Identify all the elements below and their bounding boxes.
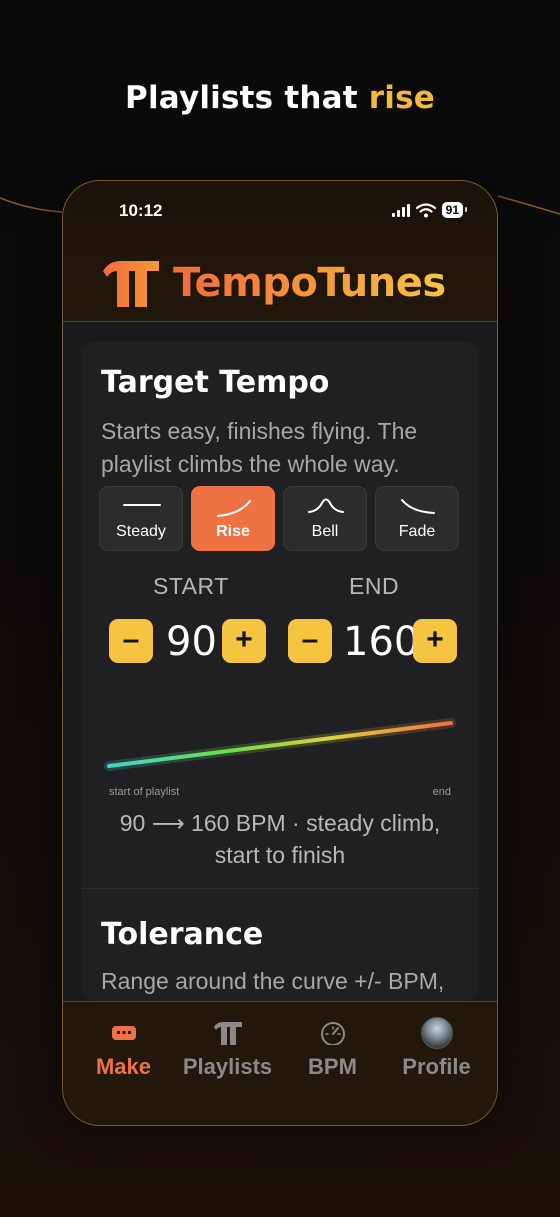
bell-curve-icon: [308, 498, 344, 513]
app-name: TempoTunes: [173, 260, 446, 306]
mode-bell-button[interactable]: Bell: [283, 486, 367, 551]
headline-prefix: Playlists that: [125, 80, 358, 116]
mode-label: Rise: [216, 523, 250, 540]
start-increment-button[interactable]: +: [222, 619, 266, 663]
start-value: 90: [166, 619, 217, 665]
speedometer-icon: [320, 1022, 345, 1045]
status-bar: 10:12 91: [63, 199, 497, 223]
rising-curve-icon: [217, 500, 251, 517]
tempo-summary: 90 ⟶ 160 BPM · steady climb, start to fi…: [119, 810, 441, 868]
status-icons: 91: [391, 202, 468, 218]
avatar: [420, 1017, 453, 1049]
headline-accent: rise: [368, 80, 435, 116]
section-divider: [81, 888, 479, 889]
curve-mode-selector: Steady Rise Bell Fade: [99, 486, 459, 551]
signal-icon: [391, 203, 410, 217]
end-label: END: [349, 573, 400, 599]
phone-frame: 10:12 91 TempoTunes Target Tempo Starts …: [62, 180, 498, 1126]
tab-label: BPM: [308, 1054, 357, 1079]
tab-playlists[interactable]: Playlists: [175, 1020, 280, 1080]
headline: Playlists that rise: [0, 80, 560, 116]
tempo-curve-graph: [104, 718, 456, 771]
axis-end-label: end: [432, 786, 451, 798]
tab-make[interactable]: Make: [71, 1020, 176, 1080]
start-decrement-button[interactable]: –: [109, 619, 153, 663]
start-label: START: [153, 573, 229, 599]
mode-fade-button[interactable]: Fade: [375, 486, 459, 551]
target-tempo-title: Target Tempo: [101, 365, 330, 400]
tab-label: Playlists: [182, 1054, 273, 1079]
end-value: 160: [343, 619, 420, 665]
flat-line-icon: [123, 504, 161, 506]
tab-profile[interactable]: Profile: [384, 1017, 489, 1080]
mode-rise-button[interactable]: Rise: [191, 486, 275, 551]
battery-icon: 91: [441, 202, 468, 218]
status-time: 10:12: [119, 201, 163, 220]
axis-start-label: start of playlist: [109, 786, 180, 798]
app-header: 10:12 91 TempoTunes: [63, 181, 497, 322]
tolerance-title: Tolerance: [101, 917, 264, 952]
target-tempo-description: Starts easy, finishes flying. The playli…: [101, 418, 418, 477]
tempotunes-logo-icon: [103, 261, 159, 307]
wifi-icon: [415, 202, 436, 217]
end-increment-button[interactable]: +: [413, 619, 457, 663]
mode-label: Steady: [116, 523, 166, 540]
tab-label: Profile: [402, 1054, 471, 1079]
app-logo: TempoTunes: [101, 253, 446, 313]
tab-label: Make: [95, 1054, 152, 1079]
tempo-curve-line: [107, 721, 453, 768]
tab-bpm[interactable]: BPM: [280, 1020, 385, 1080]
make-icon: [111, 1026, 136, 1040]
falling-curve-icon: [401, 499, 435, 514]
mode-label: Bell: [311, 523, 339, 540]
bottom-tab-bar: Make Playlists BPM Profile: [63, 1001, 497, 1125]
end-decrement-button[interactable]: –: [288, 619, 332, 663]
target-tempo-card: Target Tempo Starts easy, finishes flyin…: [81, 341, 479, 1001]
mode-steady-button[interactable]: Steady: [99, 486, 183, 551]
mode-label: Fade: [398, 523, 436, 540]
playlists-logo-icon: [213, 1022, 242, 1045]
tolerance-description: Range around the curve +/- BPM,: [101, 968, 445, 994]
